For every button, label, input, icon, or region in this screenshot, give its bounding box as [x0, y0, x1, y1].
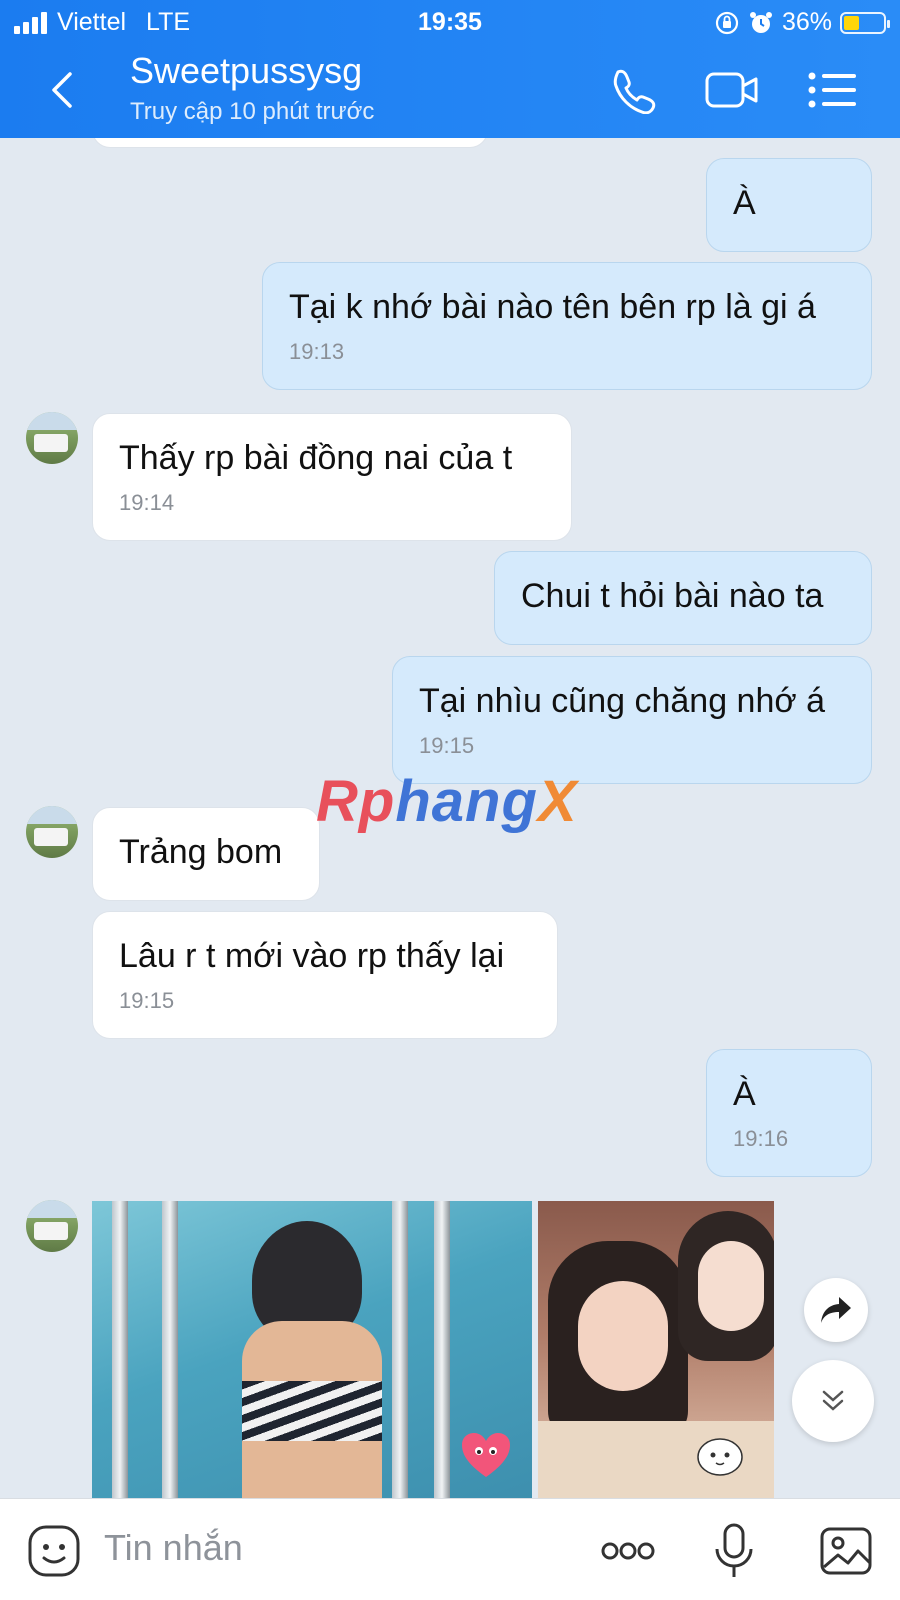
contact-avatar[interactable]: [26, 412, 78, 464]
message-text: Tại k nhớ bài nào tên bên rp là gi á: [289, 288, 816, 326]
last-seen-status: Truy cập 10 phút trước: [130, 98, 375, 125]
scroll-to-bottom-button[interactable]: [792, 1360, 874, 1442]
message-time: 19:15: [419, 733, 475, 758]
message-bubble[interactable]: Thấy rp bài đồng nai của t 19:14: [92, 413, 572, 541]
message-time: 19:16: [733, 1126, 789, 1151]
status-bar: Viettel LTE 19:35 36%: [0, 0, 900, 44]
orientation-lock-icon: [715, 11, 739, 34]
more-dots-icon[interactable]: [598, 1521, 658, 1581]
sticker-character-icon: [697, 1438, 743, 1476]
message-text: À: [733, 184, 756, 222]
message-text: Lâu r t mới vào rp thấy lại: [119, 937, 505, 975]
share-forward-icon: [821, 1297, 851, 1323]
message-bubble[interactable]: Trảng bom: [92, 807, 320, 901]
video-camera-icon[interactable]: [704, 66, 760, 114]
forward-button[interactable]: [804, 1278, 868, 1342]
message-bubble[interactable]: Chui t hỏi bài nào ta: [494, 551, 872, 645]
battery-icon: [840, 11, 890, 34]
message-text: Trảng bom: [119, 833, 283, 871]
message-text: Thấy rp bài đồng nai của t: [119, 439, 513, 477]
message-bubble[interactable]: Lâu r t mới vào rp thấy lại 19:15: [92, 911, 558, 1039]
message-bubble[interactable]: À 19:16: [706, 1049, 872, 1177]
image-gallery-icon[interactable]: [816, 1521, 876, 1581]
message-list[interactable]: À Tại k nhớ bài nào tên bên rp là gi á 1…: [0, 138, 900, 1498]
microphone-icon[interactable]: [704, 1521, 764, 1581]
message-bubble[interactable]: À: [706, 158, 872, 252]
message-text: Chui t hỏi bài nào ta: [521, 577, 824, 615]
contact-avatar[interactable]: [26, 1200, 78, 1252]
contact-name[interactable]: Sweetpussysg: [130, 50, 362, 92]
battery-percent: 36%: [781, 8, 832, 36]
photo-message-pool[interactable]: [92, 1201, 532, 1498]
chat-header: Viettel LTE 19:35 36% Sweetpussysg Truy …: [0, 0, 900, 138]
message-bubble[interactable]: Tại nhìu cũng chăng nhớ á 19:15: [392, 656, 872, 784]
message-text: À: [733, 1075, 756, 1113]
message-time: 19:14: [119, 490, 175, 515]
message-time: 19:13: [289, 339, 345, 364]
message-bubble[interactable]: Tại k nhớ bài nào tên bên rp là gi á 19:…: [262, 262, 872, 390]
heart-sticker-icon: [462, 1433, 510, 1477]
list-menu-icon[interactable]: [806, 66, 862, 114]
contact-avatar[interactable]: [26, 806, 78, 858]
message-time: 19:15: [119, 988, 175, 1013]
message-text: Tại nhìu cũng chăng nhớ á: [419, 682, 826, 720]
watermark-logo: RphangX: [316, 769, 578, 834]
message-composer: Tin nhắn: [0, 1498, 900, 1600]
phone-icon[interactable]: [606, 66, 662, 114]
photo-message-selfie[interactable]: [538, 1201, 774, 1498]
alarm-icon: [749, 11, 772, 33]
partial-message-bubble: [92, 138, 488, 148]
double-chevron-down-icon: [822, 1390, 844, 1411]
message-input[interactable]: Tin nhắn: [104, 1527, 243, 1569]
back-chevron-icon[interactable]: [44, 70, 84, 110]
sticker-icon[interactable]: [24, 1521, 84, 1581]
